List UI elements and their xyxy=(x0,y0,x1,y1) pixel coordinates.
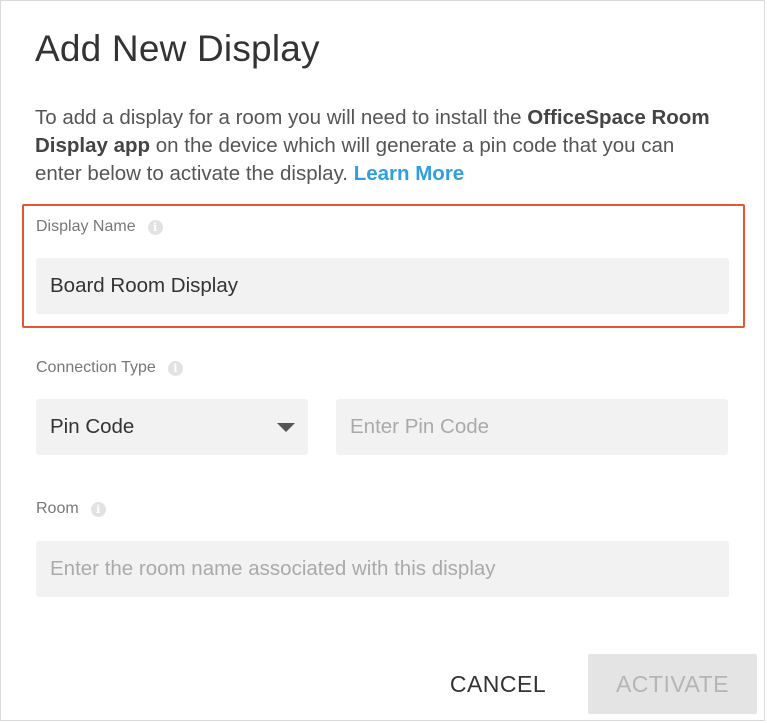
intro-text: To add a display for a room you will nee… xyxy=(35,104,725,188)
connection-type-label-text: Connection Type xyxy=(36,359,156,376)
activate-button[interactable]: ACTIVATE xyxy=(588,654,757,714)
connection-type-label: Connection Type i xyxy=(36,359,183,377)
connection-type-select[interactable]: Pin Code xyxy=(36,399,308,455)
caret-down-icon xyxy=(277,423,295,432)
learn-more-link[interactable]: Learn More xyxy=(354,162,465,185)
room-label-text: Room xyxy=(36,500,79,517)
add-display-dialog: Add New Display To add a display for a r… xyxy=(0,0,765,721)
info-icon[interactable]: i xyxy=(90,501,106,517)
info-icon[interactable]: i xyxy=(167,360,183,376)
display-name-input[interactable]: Board Room Display xyxy=(36,258,729,314)
info-icon[interactable]: i xyxy=(147,219,163,235)
room-input[interactable]: Enter the room name associated with this… xyxy=(36,541,729,597)
dialog-title: Add New Display xyxy=(35,28,320,69)
display-name-label: Display Name i xyxy=(36,218,163,236)
room-label: Room i xyxy=(36,500,106,518)
display-name-label-text: Display Name xyxy=(36,218,136,235)
pin-code-input[interactable]: Enter Pin Code xyxy=(336,399,728,455)
cancel-button[interactable]: CANCEL xyxy=(433,656,563,712)
intro-text-part1: To add a display for a room you will nee… xyxy=(35,106,528,129)
connection-type-selected: Pin Code xyxy=(50,415,135,438)
